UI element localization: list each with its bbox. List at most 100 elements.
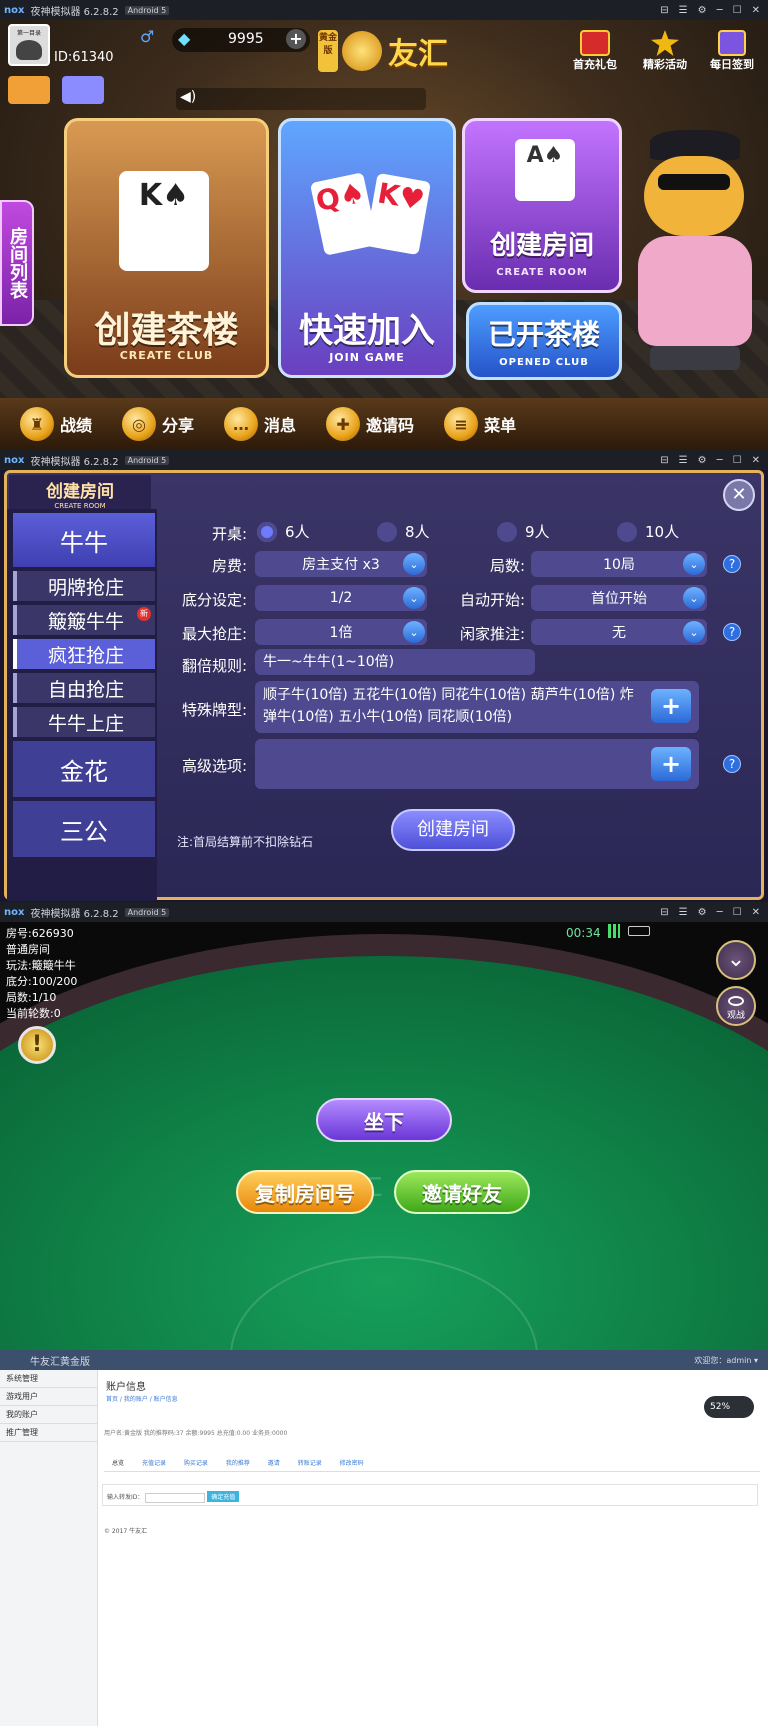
auto-select[interactable]: 首位开始 ⌄ bbox=[531, 585, 707, 611]
nav-menu-label: 菜单 bbox=[484, 416, 517, 435]
sidebar-item-fengkuang[interactable]: 疯狂抢庄 bbox=[13, 639, 155, 669]
push-select[interactable]: 无 ⌄ bbox=[531, 619, 707, 645]
sidebar-item-jinhua[interactable]: 金花 bbox=[13, 741, 155, 797]
dialog-close-button[interactable]: ✕ bbox=[723, 479, 755, 511]
brand-name: 友汇 bbox=[388, 37, 448, 72]
room-number: 房号:626930 bbox=[6, 927, 74, 940]
emu-ctrl-1[interactable]: ⊟ bbox=[660, 5, 668, 16]
nav-menu[interactable]: ≡ 菜单 bbox=[444, 407, 516, 441]
copy-room-button[interactable]: 复制房间号 bbox=[236, 1170, 374, 1214]
help-icon[interactable]: ? bbox=[723, 555, 741, 573]
sit-down-button[interactable]: 坐下 bbox=[316, 1098, 452, 1142]
tab-recharge[interactable]: 充值记录 bbox=[142, 1460, 166, 1467]
join-game-card[interactable]: Q♠ K♥ 快速加入 JOIN GAME bbox=[278, 118, 456, 378]
nav-invite-code[interactable]: ✚ 邀请码 bbox=[326, 407, 414, 441]
tab-transfer[interactable]: 转账记录 bbox=[298, 1460, 322, 1467]
emu-ctrl-2[interactable]: ☰ bbox=[679, 455, 688, 466]
create-room-card[interactable]: A♠ 创建房间 CREATE ROOM bbox=[462, 118, 622, 293]
advanced-box: + bbox=[255, 739, 699, 789]
friends-icon[interactable] bbox=[8, 76, 50, 104]
menu-game-users[interactable]: 游戏用户 bbox=[0, 1388, 97, 1406]
emu-ctrl-2[interactable]: ☰ bbox=[679, 907, 688, 918]
max-bet-select[interactable]: 1倍 ⌄ bbox=[255, 619, 427, 645]
room-current-round: 当前轮数:0 bbox=[6, 1007, 61, 1020]
opened-club-card[interactable]: 已开茶楼 OPENED CLUB bbox=[466, 302, 622, 380]
add-special-button[interactable]: + bbox=[651, 689, 691, 723]
sidebar-item-sangong[interactable]: 三公 bbox=[13, 801, 155, 857]
admin-user-menu[interactable]: 欢迎您：admin ▾ bbox=[694, 1355, 758, 1366]
invite-user-icon: ✚ bbox=[326, 407, 361, 441]
first-charge-icon[interactable]: 首充礼包 bbox=[570, 30, 620, 72]
emu-ctrl-1[interactable]: ⊟ bbox=[660, 907, 668, 918]
add-diamond-button[interactable]: + bbox=[286, 29, 306, 49]
profile-card-icon[interactable] bbox=[62, 76, 104, 104]
recharge-input[interactable] bbox=[145, 1492, 206, 1503]
close-icon[interactable]: ✕ bbox=[752, 5, 760, 16]
nav-messages[interactable]: … 消息 bbox=[224, 407, 296, 441]
tab-referral[interactable]: 我的推荐 bbox=[226, 1460, 250, 1467]
collapse-button[interactable]: ⌄ bbox=[716, 940, 756, 980]
radio-6[interactable]: 6人 bbox=[257, 521, 310, 542]
emu-ctrl-2[interactable]: ☰ bbox=[679, 5, 688, 16]
radio-label: 8人 bbox=[405, 523, 430, 541]
add-advanced-button[interactable]: + bbox=[651, 747, 691, 781]
minimize-icon[interactable]: ─ bbox=[717, 5, 723, 16]
clock: 00:34 bbox=[566, 926, 601, 940]
help-icon[interactable]: ? bbox=[723, 623, 741, 641]
base-select[interactable]: 1/2 ⌄ bbox=[255, 585, 427, 611]
invite-friends-button[interactable]: 邀请好友 bbox=[394, 1170, 530, 1214]
gender-icon: ♂ bbox=[140, 27, 155, 46]
maximize-icon[interactable]: ☐ bbox=[733, 455, 742, 466]
minimize-icon[interactable]: ─ bbox=[717, 907, 723, 918]
menu-system[interactable]: 系统管理 bbox=[0, 1370, 97, 1388]
settings-icon[interactable]: ⚙ bbox=[698, 455, 707, 466]
help-icon[interactable]: ? bbox=[723, 755, 741, 773]
watch-button[interactable]: 观战 bbox=[716, 986, 756, 1026]
game-sidebar: 牛牛 明牌抢庄 簸簸牛牛新 疯狂抢庄 自由抢庄 牛牛上庄 金花 三公 bbox=[7, 509, 157, 901]
maximize-icon[interactable]: ☐ bbox=[733, 907, 742, 918]
tab-purchase[interactable]: 购买记录 bbox=[184, 1460, 208, 1467]
dialog-title: 创建房间 bbox=[46, 482, 114, 502]
fee-select[interactable]: 房主支付 x3 ⌄ bbox=[255, 551, 427, 577]
tab-password[interactable]: 修改密码 bbox=[340, 1460, 364, 1467]
sidebar-item-mingpai[interactable]: 明牌抢庄 bbox=[13, 571, 155, 601]
close-icon[interactable]: ✕ bbox=[752, 455, 760, 466]
radio-8[interactable]: 8人 bbox=[377, 521, 430, 542]
sidebar-item-shangzhuang[interactable]: 牛牛上庄 bbox=[13, 707, 155, 737]
sidebar-item-ziyou[interactable]: 自由抢庄 bbox=[13, 673, 155, 703]
nav-records[interactable]: ♜ 战绩 bbox=[20, 407, 92, 441]
brand-logo: 友汇 bbox=[342, 26, 472, 76]
label-table: 开桌: bbox=[211, 525, 247, 543]
card-a-icon: A♠ bbox=[515, 139, 575, 201]
sidebar-item-niuniu[interactable]: 牛牛 bbox=[13, 513, 155, 567]
room-list-tab[interactable]: 房间列表 bbox=[0, 200, 34, 326]
create-room-submit[interactable]: 创建房间 bbox=[391, 809, 515, 851]
minimize-icon[interactable]: ─ bbox=[717, 455, 723, 466]
menu-promotion[interactable]: 推广管理 bbox=[0, 1424, 97, 1442]
daily-checkin-icon[interactable]: 每日签到 bbox=[706, 30, 758, 72]
radio-10[interactable]: 10人 bbox=[617, 521, 679, 542]
android-version: Android 5 bbox=[124, 907, 170, 917]
nav-share[interactable]: ◎ 分享 bbox=[122, 407, 194, 441]
maximize-icon[interactable]: ☐ bbox=[733, 5, 742, 16]
sidebar-item-label: 牛牛 bbox=[60, 528, 108, 557]
avatar[interactable]: 第一目录 bbox=[8, 24, 50, 66]
tab-invite[interactable]: 邀请 bbox=[268, 1460, 280, 1467]
radio-9[interactable]: 9人 bbox=[497, 521, 550, 542]
create-club-card[interactable]: K♠ 创建茶楼 CREATE CLUB bbox=[64, 118, 269, 378]
events-icon[interactable]: 精彩活动 bbox=[640, 30, 690, 72]
radio-dot bbox=[377, 521, 397, 542]
special-box: 顺子牛(10倍) 五花牛(10倍) 同花牛(10倍) 葫芦牛(10倍) 炸弹牛(… bbox=[255, 681, 699, 733]
tab-overview[interactable]: 总览 bbox=[112, 1460, 124, 1467]
info-alert-button[interactable]: ! bbox=[18, 1026, 56, 1064]
settings-icon[interactable]: ⚙ bbox=[698, 907, 707, 918]
close-icon[interactable]: ✕ bbox=[752, 907, 760, 918]
emu-ctrl-1[interactable]: ⊟ bbox=[660, 455, 668, 466]
recharge-button[interactable]: 确定充值 bbox=[207, 1491, 240, 1502]
menu-my-account[interactable]: 我的账户 bbox=[0, 1406, 97, 1424]
rounds-select[interactable]: 10局 ⌄ bbox=[531, 551, 707, 577]
sidebar-item-bobo[interactable]: 簸簸牛牛新 bbox=[13, 605, 155, 635]
settings-icon[interactable]: ⚙ bbox=[698, 5, 707, 16]
radio-dot bbox=[617, 521, 637, 542]
admin-brand: 牛友汇黄金版 bbox=[30, 1356, 90, 1368]
